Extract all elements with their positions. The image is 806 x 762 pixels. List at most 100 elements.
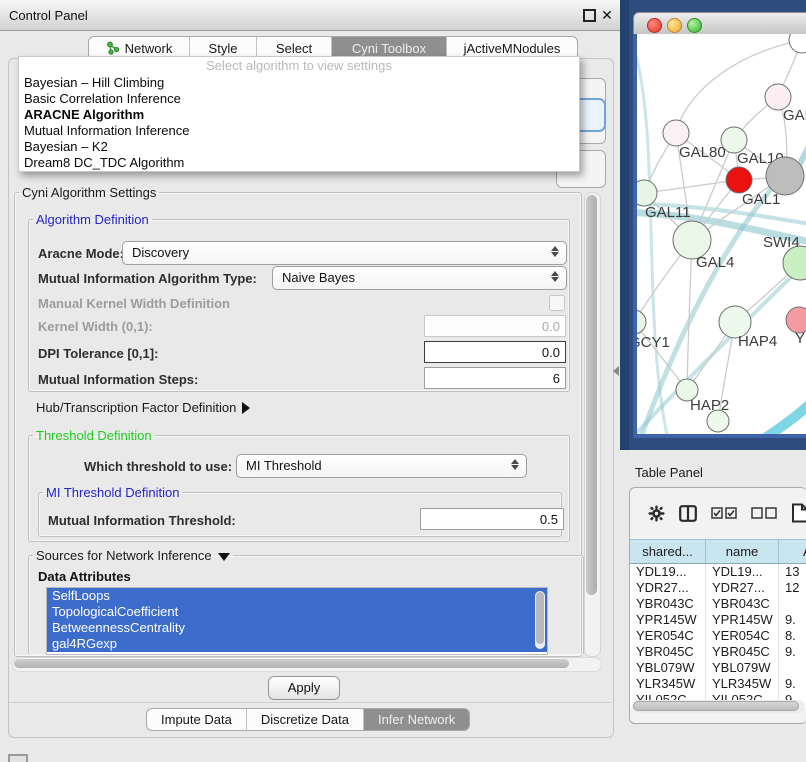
table-row[interactable]: YER054CYER054C8. xyxy=(630,628,806,644)
table-cell xyxy=(779,660,806,676)
network-node[interactable] xyxy=(707,410,729,432)
network-graph: GALGAL80GAL10GAL1GAL11GAL4SWI4GCY1HAP4YH… xyxy=(637,34,806,434)
algorithm-option[interactable]: Bayesian – Hill Climbing xyxy=(19,75,579,91)
which-threshold-value: MI Threshold xyxy=(246,458,322,473)
table-toolbar xyxy=(630,488,806,538)
network-node[interactable] xyxy=(726,167,752,193)
apply-button[interactable]: Apply xyxy=(268,676,340,700)
table-cell: YBR045C xyxy=(630,644,706,660)
attribute-list-item[interactable]: TopologicalCoefficient xyxy=(47,604,547,620)
table-cell: 8. xyxy=(779,628,806,644)
tab-discretize-data[interactable]: Discretize Data xyxy=(247,709,364,730)
kernel-width-field[interactable] xyxy=(424,315,566,337)
hub-definition-toggle[interactable]: Hub/Transcription Factor Definition xyxy=(36,400,250,415)
manual-kernel-width-checkbox[interactable] xyxy=(549,295,565,311)
table-cell: 9. xyxy=(779,676,806,692)
checked-pair-icon[interactable] xyxy=(711,507,737,519)
table-cell: YBR043C xyxy=(630,596,706,612)
table-row[interactable]: YPR145WYPR145W9. xyxy=(630,612,806,628)
table-cell: YBR045C xyxy=(706,644,779,660)
algorithm-definition-title: Algorithm Definition xyxy=(33,212,152,227)
tab-impute-data[interactable]: Impute Data xyxy=(147,709,247,730)
algorithm-option[interactable]: Dream8 DC_TDC Algorithm xyxy=(19,155,579,171)
network-node[interactable] xyxy=(637,310,646,334)
data-attributes-list[interactable]: SelfLoopsTopologicalCoefficientBetweenne… xyxy=(46,587,548,655)
network-window-titlebar[interactable] xyxy=(633,12,806,36)
sources-title[interactable]: Sources for Network Inference xyxy=(33,548,233,563)
network-node[interactable] xyxy=(663,120,689,146)
which-threshold-label: Which threshold to use: xyxy=(84,459,232,474)
table-row[interactable]: YLR345WYLR345W9. xyxy=(630,676,806,692)
tab-impute-data-label: Impute Data xyxy=(161,712,232,727)
close-icon[interactable]: ✕ xyxy=(600,8,614,22)
stepper-arrows-icon xyxy=(511,458,520,471)
table-row[interactable]: YDR27...YDR27...12 xyxy=(630,580,806,596)
table-panel: Table Panel xyxy=(620,450,806,762)
table-column-header[interactable]: shared... xyxy=(630,540,706,563)
zoom-traffic-light-icon[interactable] xyxy=(687,18,702,33)
panel-collapse-handle-icon[interactable] xyxy=(613,366,619,376)
attribute-list-item[interactable]: SelfLoops xyxy=(47,588,547,604)
mi-steps-field[interactable] xyxy=(424,367,566,389)
docked-panel-corner-icon[interactable] xyxy=(8,754,28,762)
tab-jactivemnodules-label: jActiveMNodules xyxy=(464,41,561,56)
network-icon xyxy=(106,41,120,55)
tab-infer-network[interactable]: Infer Network xyxy=(364,709,469,730)
network-node-label: GAL11 xyxy=(645,204,691,221)
network-view-canvas[interactable]: GALGAL80GAL10GAL1GAL11GAL4SWI4GCY1HAP4YH… xyxy=(633,34,806,438)
data-attributes-label: Data Attributes xyxy=(38,569,131,584)
settings-group-title: Cyni Algorithm Settings xyxy=(19,185,159,200)
algorithm-option[interactable]: ARACNE Algorithm xyxy=(19,107,579,123)
table-cell: YPR145W xyxy=(706,612,779,628)
table-cell: 13 xyxy=(779,564,806,580)
aracne-mode-value: Discovery xyxy=(132,245,189,260)
new-table-icon[interactable] xyxy=(791,503,806,523)
unchecked-pair-icon[interactable] xyxy=(751,507,777,519)
table-row[interactable]: YBL079WYBL079W xyxy=(630,660,806,676)
mi-threshold-label: Mutual Information Threshold: xyxy=(48,513,236,528)
table-cell: YLR345W xyxy=(630,676,706,692)
stepper-arrows-icon xyxy=(551,245,560,258)
algorithm-option[interactable]: Basic Correlation Inference xyxy=(19,91,579,107)
table-cell: YDR27... xyxy=(706,580,779,596)
tab-discretize-data-label: Discretize Data xyxy=(261,712,349,727)
attributes-list-scrollbar[interactable] xyxy=(535,591,545,649)
mi-threshold-field[interactable] xyxy=(420,508,564,530)
which-threshold-select[interactable]: MI Threshold xyxy=(236,454,527,478)
dpi-tolerance-field[interactable] xyxy=(424,341,566,363)
table-row[interactable]: YDL19...YDL19...13 xyxy=(630,564,806,580)
settings-horizontal-scrollbar[interactable] xyxy=(12,657,602,672)
table-column-header[interactable]: A xyxy=(779,540,806,563)
network-node[interactable] xyxy=(766,157,804,195)
algorithm-option[interactable]: Bayesian – K2 xyxy=(19,139,579,155)
network-node[interactable] xyxy=(789,34,806,53)
horizontal-scrollbar-thumb[interactable] xyxy=(14,659,569,668)
float-window-icon[interactable] xyxy=(582,8,596,22)
split-columns-icon[interactable] xyxy=(679,505,697,522)
network-node-label: GCY1 xyxy=(637,334,670,351)
table-column-header[interactable]: name xyxy=(706,540,779,563)
attribute-list-item[interactable]: gal4RGexp xyxy=(47,636,547,652)
aracne-mode-label: Aracne Mode: xyxy=(38,246,124,261)
aracne-mode-select[interactable]: Discovery xyxy=(122,241,567,265)
network-node-label: Y xyxy=(795,330,805,347)
table-row[interactable]: YBR043CYBR043C xyxy=(630,596,806,612)
table-row[interactable]: YBR045CYBR045C9. xyxy=(630,644,806,660)
panel-divider xyxy=(9,702,611,703)
table-header-row: shared...nameA xyxy=(630,539,806,564)
cyni-bottom-tabs: Impute Data Discretize Data Infer Networ… xyxy=(146,708,470,731)
settings-vertical-scrollbar[interactable] xyxy=(584,192,601,657)
mi-algorithm-type-value: Naive Bayes xyxy=(282,270,355,285)
algorithm-option[interactable]: Mutual Information Inference xyxy=(19,123,579,139)
settings-gear-icon[interactable] xyxy=(648,505,665,522)
close-traffic-light-icon[interactable] xyxy=(647,18,662,33)
threshold-definition-title: Threshold Definition xyxy=(33,428,155,443)
table-cell: YBL079W xyxy=(630,660,706,676)
network-node-label: HAP4 xyxy=(738,333,777,350)
vertical-scrollbar-thumb[interactable] xyxy=(586,195,597,595)
table-horizontal-scrollbar[interactable] xyxy=(632,700,805,713)
minimize-traffic-light-icon[interactable] xyxy=(667,18,682,33)
mi-algorithm-type-select[interactable]: Naive Bayes xyxy=(272,266,567,290)
mi-threshold-definition-title: MI Threshold Definition xyxy=(43,485,182,500)
attribute-list-item[interactable]: BetweennessCentrality xyxy=(47,620,547,636)
